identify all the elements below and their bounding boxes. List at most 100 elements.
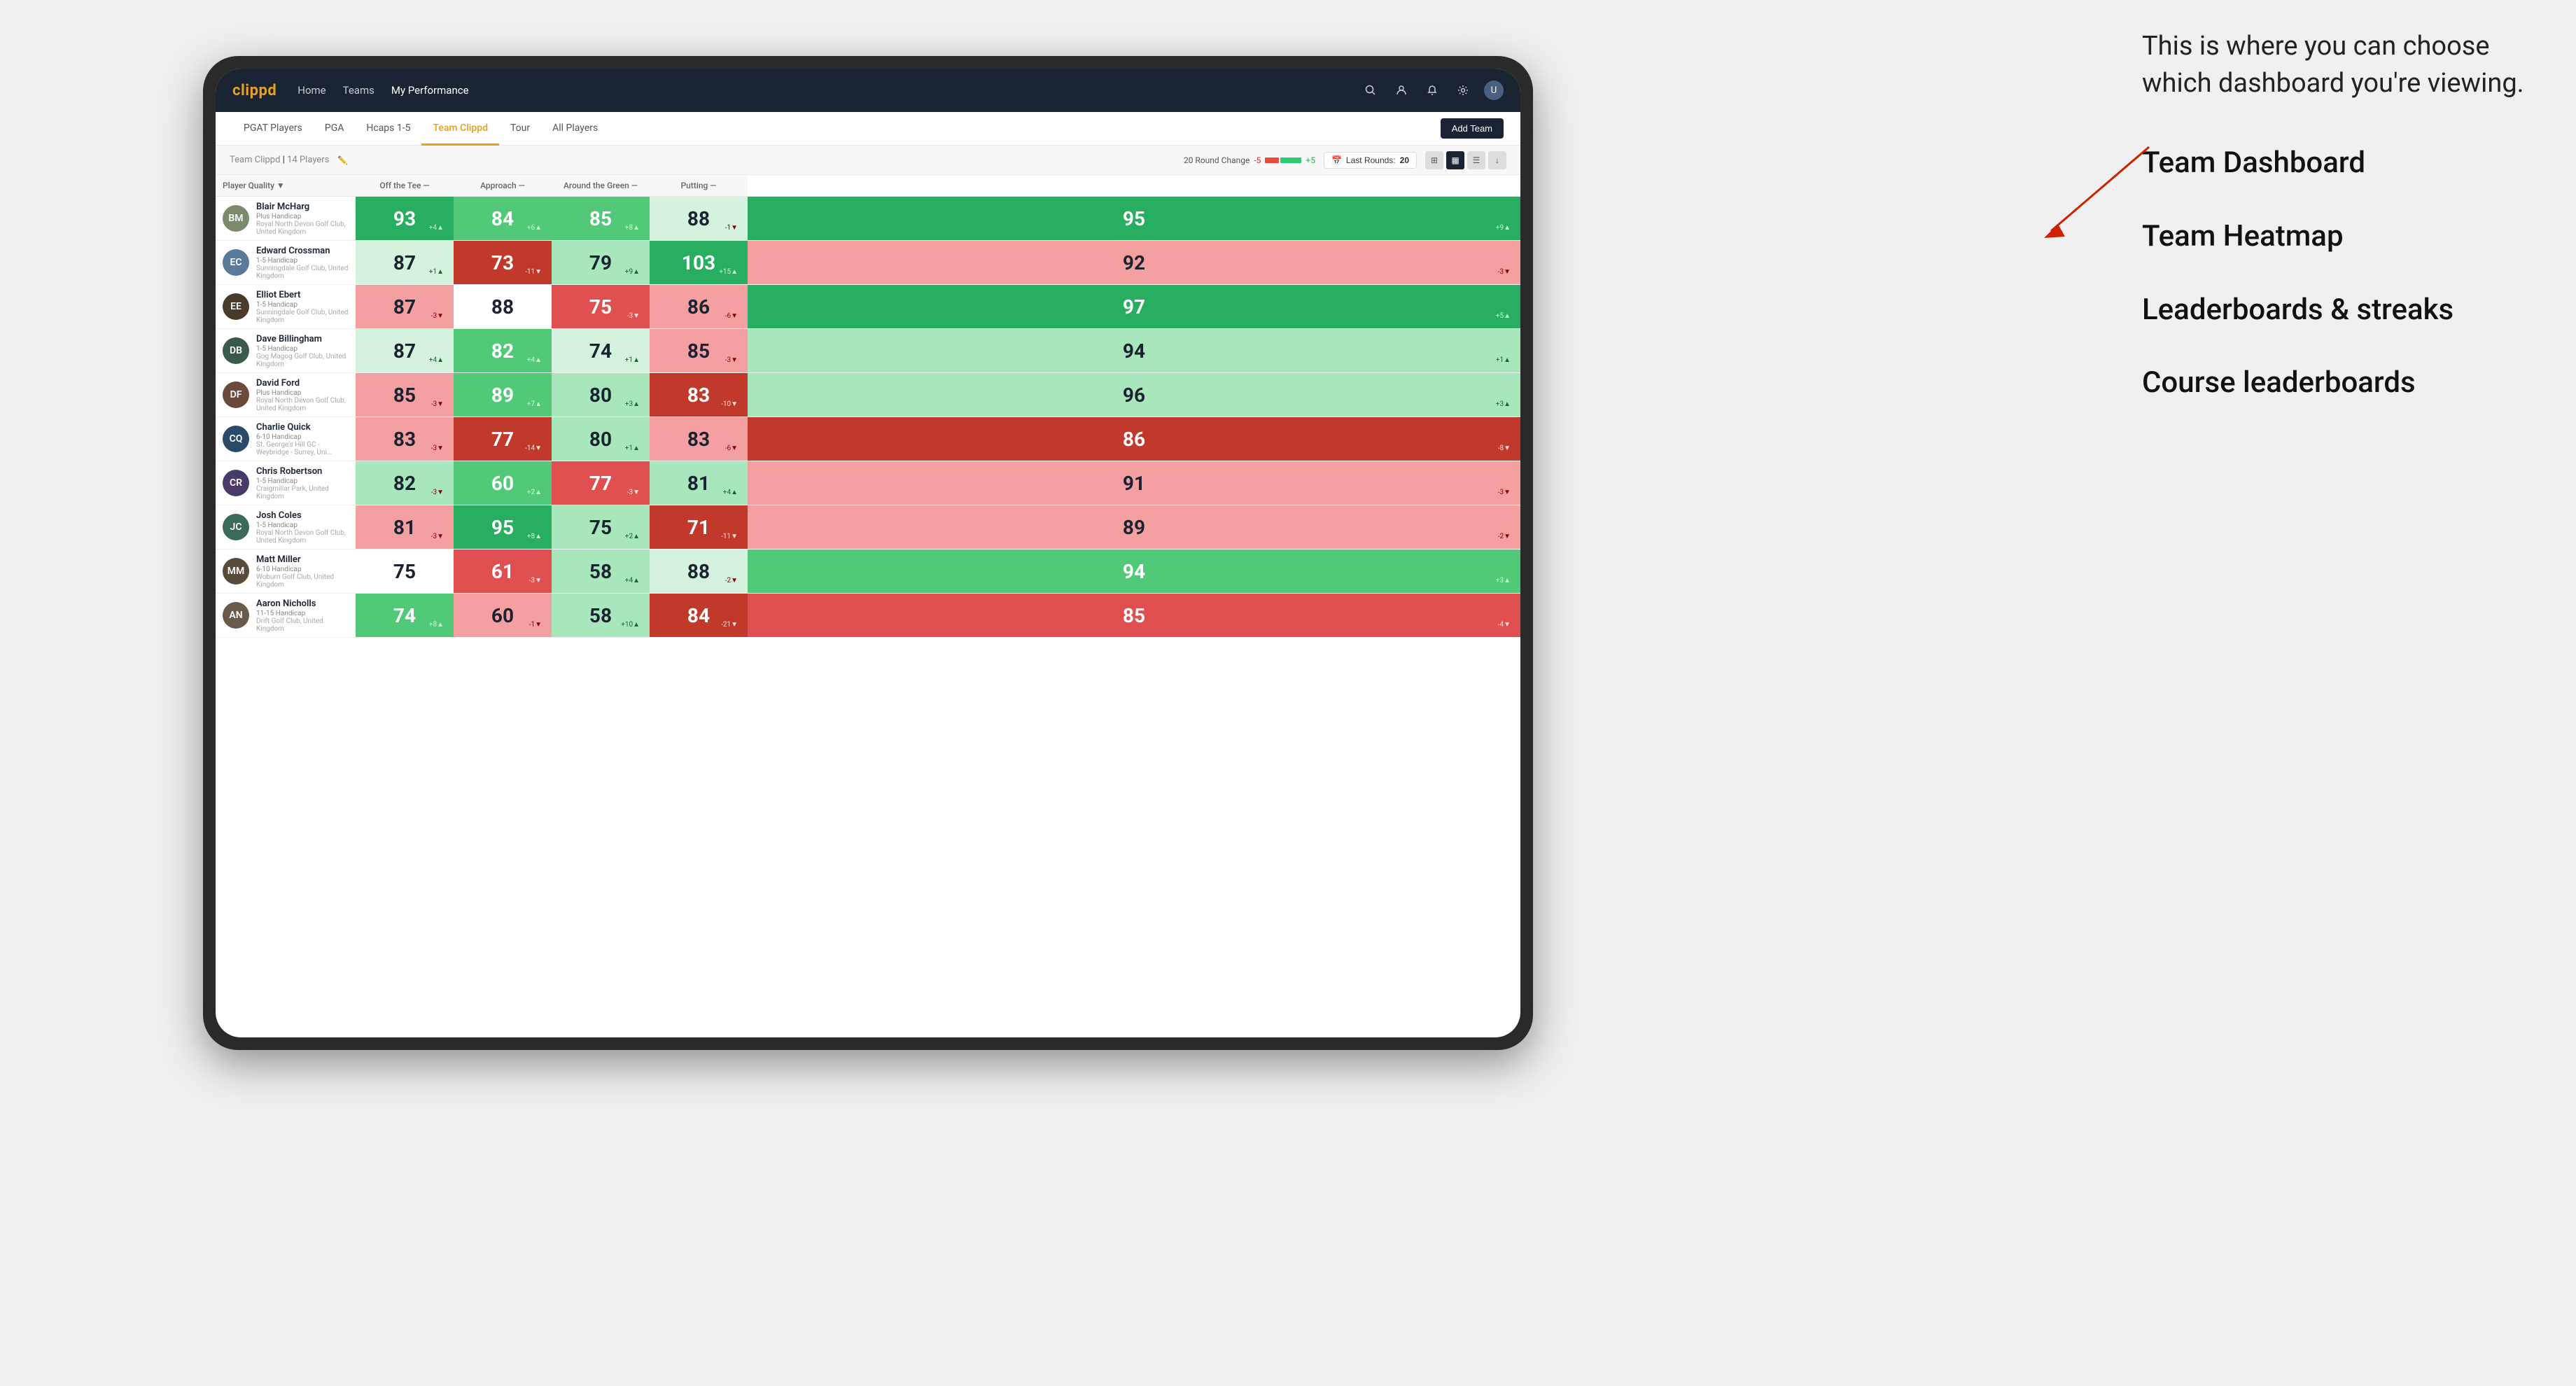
player-name[interactable]: Chris Robertson: [256, 466, 349, 477]
edit-icon[interactable]: ✏️: [337, 155, 348, 165]
score-value: 89: [491, 384, 514, 407]
col-header-around-green[interactable]: Around the Green —: [552, 175, 650, 197]
score-box: 74 +8▲: [356, 594, 454, 637]
score-cell-around_green: 103 +15▲: [650, 241, 748, 285]
col-header-player[interactable]: Player Quality ▼: [216, 175, 356, 197]
score-change: +1▲: [429, 268, 444, 276]
nav-teams[interactable]: Teams: [343, 81, 374, 99]
player-name[interactable]: Matt Miller: [256, 554, 349, 565]
player-name[interactable]: Blair McHarg: [256, 202, 349, 212]
table-row[interactable]: MM Matt Miller 6-10 Handicap Woburn Golf…: [216, 550, 1520, 594]
score-box: 83 -10▼: [650, 373, 748, 416]
score-change: +9▲: [625, 268, 640, 276]
player-info: Charlie Quick 6-10 Handicap St. George's…: [256, 422, 349, 456]
player-club: Drift Golf Club, United Kingdom: [256, 617, 349, 633]
score-change: -1▼: [529, 621, 542, 629]
player-avatar: BM: [223, 205, 249, 232]
score-value: 74: [589, 340, 612, 363]
score-box: 92 -3▼: [748, 241, 1520, 284]
score-change: -3▼: [1498, 489, 1511, 496]
tab-pga[interactable]: PGA: [314, 113, 356, 146]
user-avatar[interactable]: U: [1484, 80, 1504, 100]
table-row[interactable]: EE Elliot Ebert 1-5 Handicap Sunningdale…: [216, 285, 1520, 329]
tab-all-players[interactable]: All Players: [541, 113, 609, 146]
score-change: -3▼: [431, 444, 444, 452]
score-value: 75: [589, 295, 612, 318]
score-value: 94: [1123, 340, 1145, 363]
col-header-approach[interactable]: Approach —: [454, 175, 552, 197]
player-name[interactable]: Josh Coles: [256, 510, 349, 521]
player-name[interactable]: Dave Billingham: [256, 334, 349, 344]
score-cell-putting: 85 -4▼: [748, 594, 1520, 638]
score-value: 95: [491, 516, 514, 539]
tab-pgat-players[interactable]: PGAT Players: [232, 113, 314, 146]
score-value: 74: [393, 604, 416, 627]
tab-team-clippd[interactable]: Team Clippd: [421, 113, 499, 146]
score-change: +4▲: [527, 356, 542, 364]
nav-my-performance[interactable]: My Performance: [391, 81, 469, 99]
table-row[interactable]: BM Blair McHarg Plus Handicap Royal Nort…: [216, 197, 1520, 241]
player-club: Woburn Golf Club, United Kingdom: [256, 573, 349, 589]
score-value: 58: [589, 604, 612, 627]
score-change: -3▼: [725, 356, 738, 364]
score-change: +4▲: [429, 224, 444, 232]
add-team-button[interactable]: Add Team: [1441, 118, 1504, 139]
score-cell-around_green: 83 -6▼: [650, 417, 748, 461]
table-row[interactable]: EC Edward Crossman 1-5 Handicap Sunningd…: [216, 241, 1520, 285]
score-value: 93: [393, 207, 416, 230]
score-box: 80 +1▲: [552, 417, 650, 461]
player-name[interactable]: Elliot Ebert: [256, 290, 349, 300]
table-row[interactable]: CQ Charlie Quick 6-10 Handicap St. Georg…: [216, 417, 1520, 461]
score-value: 96: [1123, 384, 1145, 407]
player-cell: CR Chris Robertson 1-5 Handicap Craigmil…: [216, 461, 356, 505]
score-cell-quality: 87 +1▲: [356, 241, 454, 285]
logo: clippd: [232, 82, 276, 99]
top-navigation: clippd Home Teams My Performance: [216, 69, 1520, 112]
search-icon[interactable]: [1361, 80, 1380, 100]
score-cell-off_tee: 60 +2▲: [454, 461, 552, 505]
score-change: +9▲: [1496, 224, 1511, 232]
last-rounds-button[interactable]: 📅 Last Rounds: 20: [1324, 152, 1417, 169]
player-club: Royal North Devon Golf Club, United King…: [256, 529, 349, 545]
score-box: 87 -3▼: [356, 285, 454, 328]
profile-icon[interactable]: [1392, 80, 1411, 100]
bell-icon[interactable]: [1422, 80, 1442, 100]
score-cell-quality: 75: [356, 550, 454, 594]
grid-view-button[interactable]: ⊞: [1425, 151, 1443, 169]
score-cell-putting: 96 +3▲: [748, 373, 1520, 417]
col-header-off-tee[interactable]: Off the Tee —: [356, 175, 454, 197]
table-row[interactable]: AN Aaron Nicholls 11-15 Handicap Drift G…: [216, 594, 1520, 638]
nav-home[interactable]: Home: [298, 81, 326, 99]
player-handicap: 11-15 Handicap: [256, 610, 349, 617]
tab-tour[interactable]: Tour: [499, 113, 541, 146]
player-name[interactable]: Edward Crossman: [256, 246, 349, 256]
download-button[interactable]: ↓: [1488, 151, 1506, 169]
score-change: -3▼: [1498, 268, 1511, 276]
player-name[interactable]: David Ford: [256, 378, 349, 388]
sub-navigation: PGAT Players PGA Hcaps 1-5 Team Clippd T…: [216, 112, 1520, 146]
table-row[interactable]: DF David Ford Plus Handicap Royal North …: [216, 373, 1520, 417]
table-row[interactable]: JC Josh Coles 1-5 Handicap Royal North D…: [216, 505, 1520, 550]
annotation-item-4: Course leaderboards: [2142, 364, 2548, 402]
settings-icon[interactable]: [1453, 80, 1473, 100]
score-value: 73: [491, 251, 514, 274]
tab-hcaps[interactable]: Hcaps 1-5: [355, 113, 421, 146]
player-name[interactable]: Aaron Nicholls: [256, 598, 349, 609]
view-toggle-buttons: ⊞ ▦ ☰ ↓: [1425, 151, 1506, 169]
score-change: +15▲: [719, 268, 738, 276]
score-box: 95 +9▲: [748, 197, 1520, 240]
score-box: 94 +1▲: [748, 329, 1520, 372]
col-header-putting[interactable]: Putting —: [650, 175, 748, 197]
list-view-button[interactable]: ☰: [1467, 151, 1485, 169]
table-row[interactable]: CR Chris Robertson 1-5 Handicap Craigmil…: [216, 461, 1520, 505]
table-row[interactable]: DB Dave Billingham 1-5 Handicap Gog Mago…: [216, 329, 1520, 373]
player-name[interactable]: Charlie Quick: [256, 422, 349, 433]
annotation-item-3: Leaderboards & streaks: [2142, 291, 2548, 330]
score-cell-putting: 91 -3▼: [748, 461, 1520, 505]
score-cell-around_green: 88 -2▼: [650, 550, 748, 594]
score-cell-approach: 80 +1▲: [552, 417, 650, 461]
heatmap-view-button[interactable]: ▦: [1446, 151, 1464, 169]
score-box: 93 +4▲: [356, 197, 454, 240]
score-change: -21▼: [721, 621, 738, 629]
score-cell-off_tee: 60 -1▼: [454, 594, 552, 638]
